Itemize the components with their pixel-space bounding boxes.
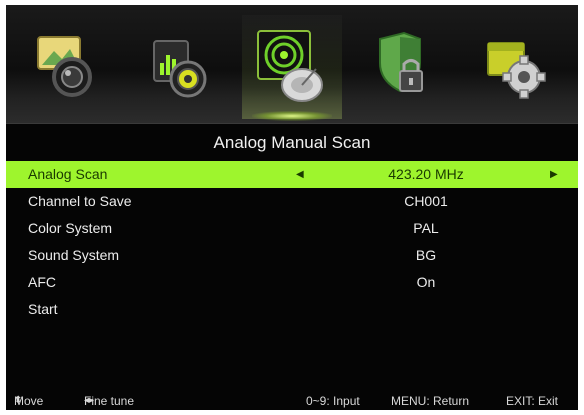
row-label: Channel to Save xyxy=(28,193,132,209)
row-value: PAL xyxy=(413,220,439,236)
row-value: 423.20 MHz xyxy=(388,166,464,182)
row-label: Color System xyxy=(28,220,113,236)
row-analog-scan[interactable]: Analog Scan ◀ 423.20 MHz ▶ xyxy=(6,161,578,188)
row-label: Start xyxy=(28,301,58,317)
menu-tab-bar xyxy=(6,5,578,124)
row-value: CH001 xyxy=(404,193,448,209)
row-afc[interactable]: AFC On xyxy=(6,269,578,296)
row-start[interactable]: Start xyxy=(6,296,578,323)
tab-picture[interactable] xyxy=(18,15,118,119)
row-label: Analog Scan xyxy=(28,166,108,182)
page-title: Analog Manual Scan xyxy=(213,133,371,152)
lock-shield-icon xyxy=(379,31,423,93)
picture-camera-icon xyxy=(37,36,92,97)
hint-menu-return: MENU: Return xyxy=(391,394,470,408)
hint-input: 0~9: Input xyxy=(306,394,360,408)
setup-gear-icon xyxy=(487,42,546,99)
row-channel-to-save[interactable]: Channel to Save CH001 xyxy=(6,188,578,215)
tv-menu-screen: Analog Manual Scan Analog Scan ◀ 423.20 … xyxy=(6,5,578,410)
sound-speaker-icon xyxy=(153,40,207,98)
row-value: BG xyxy=(415,247,437,263)
row-label: AFC xyxy=(28,274,56,290)
channel-satellite-icon xyxy=(257,30,323,102)
row-color-system[interactable]: Color System PAL xyxy=(6,215,578,242)
row-label: Sound System xyxy=(28,247,120,263)
tab-lock[interactable] xyxy=(354,15,454,119)
row-sound-system[interactable]: Sound System BG xyxy=(6,242,578,269)
tab-setup[interactable] xyxy=(466,15,566,119)
tab-channel[interactable] xyxy=(242,15,342,121)
hint-exit: EXIT: Exit xyxy=(506,394,559,408)
left-arrow-icon[interactable]: ◀ xyxy=(296,161,304,188)
tab-sound[interactable] xyxy=(130,15,230,119)
settings-list: Analog Scan ◀ 423.20 MHz ▶ Channel to Sa… xyxy=(6,161,578,323)
right-arrow-icon[interactable]: ▶ xyxy=(550,161,558,188)
row-value: On xyxy=(416,274,436,290)
key-hint-bar: ⬍ Move ◂▸ Fine tune 0~9: Input MENU: Retur… xyxy=(14,394,559,408)
